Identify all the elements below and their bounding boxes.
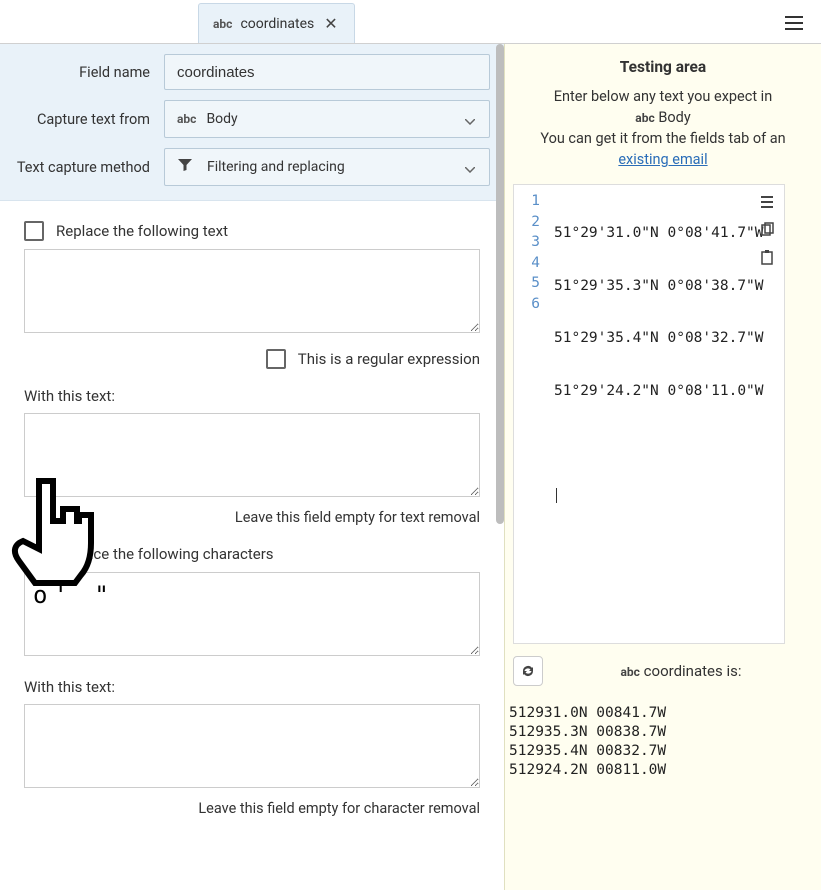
result-label: abc coordinates is:: [553, 662, 809, 680]
chevron-down-icon: [465, 113, 475, 129]
regex-checkbox[interactable]: [266, 349, 286, 369]
line-gutter: 1 2 3 4 5 6: [514, 185, 546, 643]
regex-label: This is a regular expression: [298, 350, 480, 368]
chevron-down-icon: [465, 161, 475, 177]
field-name-input[interactable]: [164, 54, 490, 90]
existing-email-link[interactable]: existing email: [618, 151, 707, 168]
tab-title: coordinates: [240, 16, 314, 32]
testing-input[interactable]: 1 2 3 4 5 6 51°29'31.0"N 0°08'41.7"W 51°…: [513, 184, 785, 644]
text-removal-hint: Leave this field empty for text removal: [24, 509, 480, 526]
capture-from-select[interactable]: abc Body: [164, 100, 490, 138]
field-name-label: Field name: [14, 64, 164, 81]
close-icon[interactable]: ✕: [322, 14, 339, 33]
refresh-button[interactable]: [513, 656, 543, 686]
tab-coordinates[interactable]: abc coordinates ✕: [198, 3, 355, 43]
testing-desc-body: Body: [658, 109, 690, 126]
with-text-input-2[interactable]: [24, 704, 480, 788]
testing-header: Testing area Enter below any text you ex…: [505, 44, 821, 180]
copy-icon[interactable]: [756, 219, 778, 241]
abc-icon: abc: [213, 17, 232, 31]
method-label: Text capture method: [14, 159, 164, 176]
abc-icon: abc: [177, 112, 196, 126]
abc-icon: abc: [621, 665, 640, 679]
capture-from-label: Capture text from: [14, 111, 164, 128]
paste-icon[interactable]: [756, 247, 778, 269]
with-text-input-1[interactable]: [24, 413, 480, 497]
code-lines[interactable]: 51°29'31.0"N 0°08'41.7"W 51°29'35.3"N 0°…: [546, 185, 784, 643]
method-select[interactable]: Filtering and replacing: [164, 148, 490, 186]
replace-text-label: Replace the following text: [56, 222, 228, 240]
list-icon[interactable]: [756, 191, 778, 213]
replace-chars-input[interactable]: o' ": [24, 572, 480, 656]
result-output: 512931.0N 00841.7W 512935.3N 00838.7W 51…: [505, 692, 821, 779]
tab-bar: abc coordinates ✕: [0, 0, 821, 44]
config-panel: Field name Capture text from abc Body Te…: [0, 44, 504, 201]
abc-icon: abc: [635, 111, 654, 125]
replace-text-input[interactable]: [24, 249, 480, 333]
filter-icon: [177, 157, 193, 177]
testing-desc-2: You can get it from the fields tab of an: [540, 130, 785, 147]
with-text-label-2: With this text:: [24, 678, 480, 696]
scrollbar[interactable]: [496, 44, 504, 524]
method-value: Filtering and replacing: [207, 159, 345, 175]
testing-title: Testing area: [517, 58, 809, 76]
menu-icon[interactable]: [785, 16, 803, 34]
testing-desc-1: Enter below any text you expect in: [554, 88, 772, 105]
replace-chars-checkbox[interactable]: [24, 544, 44, 564]
char-removal-hint: Leave this field empty for character rem…: [24, 800, 480, 817]
capture-from-value: Body: [206, 111, 237, 127]
replace-chars-label: Replace the following characters: [56, 545, 274, 563]
settings-scroll[interactable]: Replace the following text This is a reg…: [0, 201, 504, 855]
with-text-label-1: With this text:: [24, 387, 480, 405]
replace-text-checkbox[interactable]: [24, 221, 44, 241]
